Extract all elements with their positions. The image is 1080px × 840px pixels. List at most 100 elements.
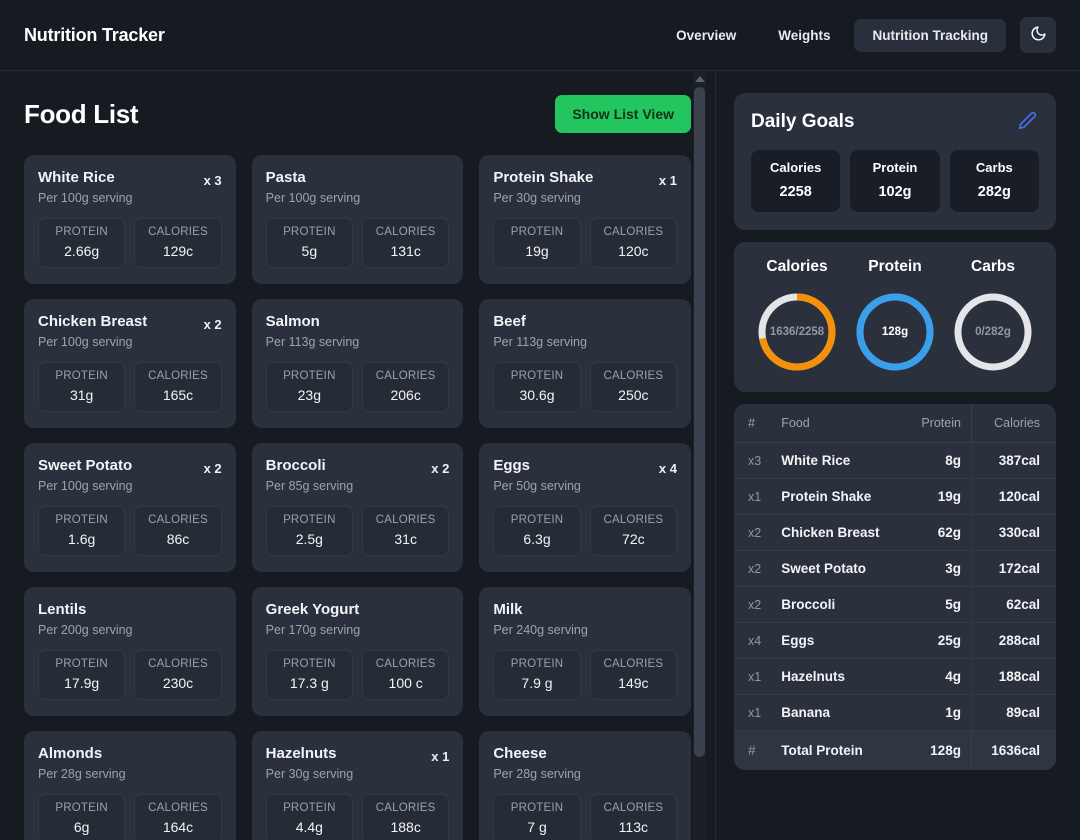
- goal-label: Calories: [755, 160, 836, 175]
- calories-stat-label: CALORIES: [595, 514, 672, 526]
- food-card-stats: PROTEIN2.5gCALORIES31c: [266, 506, 450, 556]
- food-card-name: Pasta: [266, 169, 306, 188]
- calories-stat-value: 86c: [139, 531, 216, 547]
- food-card-quantity: [667, 745, 677, 749]
- progress-ring: 1636/2258: [755, 290, 839, 374]
- row-quantity: x1: [734, 695, 771, 731]
- table-row[interactable]: x1Protein Shake19g120cal: [734, 479, 1056, 515]
- food-card[interactable]: Broccolix 2Per 85g servingPROTEIN2.5gCAL…: [252, 443, 464, 572]
- calories-stat-value: 250c: [595, 387, 672, 403]
- row-protein: 25g: [904, 623, 971, 659]
- food-card[interactable]: Sweet Potatox 2Per 100g servingPROTEIN1.…: [24, 443, 236, 572]
- food-card[interactable]: Eggsx 4Per 50g servingPROTEIN6.3gCALORIE…: [479, 443, 691, 572]
- food-card[interactable]: LentilsPer 200g servingPROTEIN17.9gCALOR…: [24, 587, 236, 716]
- protein-stat-value: 17.9g: [43, 675, 120, 691]
- food-card[interactable]: MilkPer 240g servingPROTEIN7.9 gCALORIES…: [479, 587, 691, 716]
- row-protein: 4g: [904, 659, 971, 695]
- food-card-serving: Per 240g serving: [493, 623, 677, 637]
- calories-stat-label: CALORIES: [595, 802, 672, 814]
- protein-stat-label: PROTEIN: [271, 226, 348, 238]
- food-card-name: Salmon: [266, 313, 320, 332]
- row-food-name: Banana: [771, 695, 904, 731]
- food-card[interactable]: Protein Shakex 1Per 30g servingPROTEIN19…: [479, 155, 691, 284]
- calories-stat-box: CALORIES 113c: [590, 794, 677, 840]
- consumed-summary-table: # Food Protein Calories x3White Rice8g38…: [734, 404, 1056, 770]
- row-calories: 89cal: [971, 695, 1056, 731]
- food-card-quantity: [439, 169, 449, 173]
- food-card[interactable]: BeefPer 113g servingPROTEIN30.6gCALORIES…: [479, 299, 691, 428]
- total-qty: #: [734, 731, 771, 771]
- theme-toggle-button[interactable]: [1020, 17, 1056, 53]
- progress-ring-title: Calories: [766, 258, 827, 276]
- table-row[interactable]: x2Broccoli5g62cal: [734, 587, 1056, 623]
- protein-stat-label: PROTEIN: [498, 658, 575, 670]
- daily-goals-header: Daily Goals: [751, 109, 1039, 135]
- row-food-name: White Rice: [771, 443, 904, 479]
- calories-stat-box: CALORIES164c: [134, 794, 221, 840]
- row-calories: 172cal: [971, 551, 1056, 587]
- calories-stat-value: 120c: [595, 243, 672, 259]
- food-card-serving: Per 30g serving: [266, 767, 450, 781]
- food-card-quantity: x 1: [649, 169, 677, 188]
- food-list-scrollbar[interactable]: [693, 71, 706, 840]
- protein-stat-value: 5g: [271, 243, 348, 259]
- food-card[interactable]: CheesePer 28g servingPROTEIN7 gCALORIES1…: [479, 731, 691, 840]
- nav-item-overview[interactable]: Overview: [658, 19, 754, 52]
- protein-stat-label: PROTEIN: [271, 658, 348, 670]
- daily-goals-panel: Daily Goals Calories2258Protein102gCarbs…: [734, 93, 1056, 230]
- calories-stat-value: 129c: [139, 243, 216, 259]
- table-header: # Food Protein Calories: [734, 404, 1056, 443]
- calories-stat-value: 100 c: [367, 675, 444, 691]
- scrollbar-thumb[interactable]: [694, 87, 705, 757]
- row-quantity: x1: [734, 479, 771, 515]
- food-card-top: Salmon: [266, 313, 450, 332]
- food-card[interactable]: Chicken Breastx 2Per 100g servingPROTEIN…: [24, 299, 236, 428]
- calories-stat-value: 188c: [367, 819, 444, 835]
- food-card-stats: PROTEIN4.4gCALORIES188c: [266, 794, 450, 840]
- calories-stat-label: CALORIES: [367, 658, 444, 670]
- protein-stat-box: PROTEIN17.9g: [38, 650, 125, 700]
- calories-stat-value: 113c: [595, 819, 672, 835]
- food-card[interactable]: Hazelnutsx 1Per 30g servingPROTEIN4.4gCA…: [252, 731, 464, 840]
- nav-item-nutrition-tracking[interactable]: Nutrition Tracking: [854, 19, 1006, 52]
- row-protein: 1g: [904, 695, 971, 731]
- row-food-name: Broccoli: [771, 587, 904, 623]
- table-row[interactable]: x2Sweet Potato3g172cal: [734, 551, 1056, 587]
- protein-stat-value: 2.5g: [271, 531, 348, 547]
- row-protein: 19g: [904, 479, 971, 515]
- app-header: Nutrition Tracker Overview Weights Nutri…: [0, 0, 1080, 71]
- food-card[interactable]: Greek YogurtPer 170g servingPROTEIN17.3 …: [252, 587, 464, 716]
- calories-stat-label: CALORIES: [367, 370, 444, 382]
- show-list-view-button[interactable]: Show List View: [555, 95, 691, 133]
- table-header-row: # Food Protein Calories: [734, 404, 1056, 443]
- calories-stat-value: 165c: [139, 387, 216, 403]
- table-row[interactable]: x3White Rice8g387cal: [734, 443, 1056, 479]
- edit-goals-button[interactable]: [1016, 109, 1039, 135]
- protein-stat-value: 7.9 g: [498, 675, 575, 691]
- table-row[interactable]: x2Chicken Breast62g330cal: [734, 515, 1056, 551]
- food-card[interactable]: PastaPer 100g servingPROTEIN5gCALORIES13…: [252, 155, 464, 284]
- table-row[interactable]: x4Eggs25g288cal: [734, 623, 1056, 659]
- row-calories: 62cal: [971, 587, 1056, 623]
- food-card[interactable]: White Ricex 3Per 100g servingPROTEIN2.66…: [24, 155, 236, 284]
- table-body: x3White Rice8g387calx1Protein Shake19g12…: [734, 443, 1056, 731]
- food-card-stats: PROTEIN17.3 gCALORIES100 c: [266, 650, 450, 700]
- food-card-name: Beef: [493, 313, 526, 332]
- food-card-name: Chicken Breast: [38, 313, 147, 332]
- food-card[interactable]: AlmondsPer 28g servingPROTEIN6gCALORIES1…: [24, 731, 236, 840]
- protein-stat-box: PROTEIN30.6g: [493, 362, 580, 412]
- food-card[interactable]: SalmonPer 113g servingPROTEIN23gCALORIES…: [252, 299, 464, 428]
- scroll-up-arrow-icon[interactable]: [695, 76, 705, 82]
- table-row[interactable]: x1Hazelnuts4g188cal: [734, 659, 1056, 695]
- calories-stat-value: 149c: [595, 675, 672, 691]
- nav-item-weights[interactable]: Weights: [760, 19, 848, 52]
- food-card-serving: Per 100g serving: [38, 479, 222, 493]
- calories-stat-label: CALORIES: [595, 226, 672, 238]
- row-food-name: Chicken Breast: [771, 515, 904, 551]
- daily-goals-title: Daily Goals: [751, 111, 855, 133]
- protein-stat-label: PROTEIN: [498, 226, 575, 238]
- protein-stat-label: PROTEIN: [271, 514, 348, 526]
- table-row[interactable]: x1Banana1g89cal: [734, 695, 1056, 731]
- protein-stat-value: 4.4g: [271, 819, 348, 835]
- column-header-calories: Calories: [971, 404, 1056, 443]
